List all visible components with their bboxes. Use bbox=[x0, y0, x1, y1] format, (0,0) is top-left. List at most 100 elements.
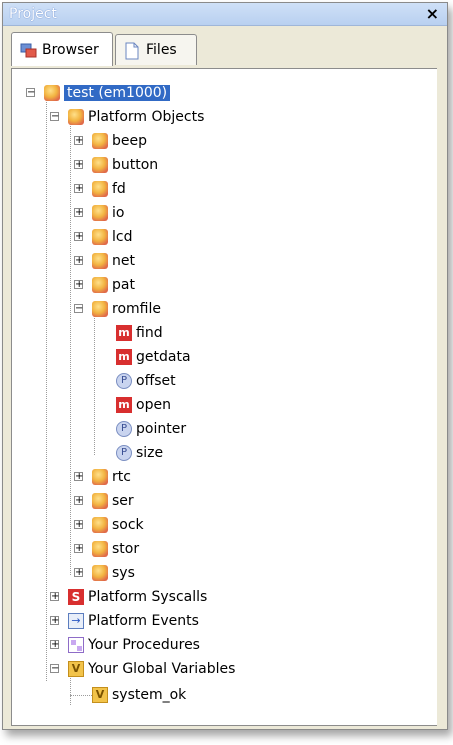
expand-icon[interactable]: + bbox=[74, 136, 83, 146]
tab-browser[interactable]: Browser bbox=[11, 32, 113, 66]
tree-node-label: getdata bbox=[136, 349, 191, 365]
tree-node-sock[interactable]: + sock bbox=[74, 515, 144, 535]
tree-node-label: Platform Objects bbox=[88, 109, 205, 125]
tree-node-label: stor bbox=[112, 541, 140, 557]
tree-node-label: ser bbox=[112, 493, 134, 509]
method-icon: m bbox=[116, 397, 132, 413]
tab-browser-label: Browser bbox=[42, 41, 99, 58]
tree-node-label: lcd bbox=[112, 229, 133, 245]
object-icon bbox=[92, 493, 108, 509]
tree-node-net[interactable]: + net bbox=[74, 251, 135, 271]
object-icon bbox=[92, 517, 108, 533]
object-icon bbox=[92, 157, 108, 173]
tree-node-platform-events[interactable]: + → Platform Events bbox=[50, 611, 199, 631]
tab-files[interactable]: Files bbox=[115, 34, 197, 65]
collapse-icon[interactable]: − bbox=[26, 88, 35, 98]
tree-node-label: size bbox=[136, 445, 164, 461]
tree-line bbox=[70, 675, 71, 705]
tree-node-rtc[interactable]: + rtc bbox=[74, 467, 131, 487]
browser-icon bbox=[20, 42, 37, 58]
tab-files-label: Files bbox=[146, 42, 177, 58]
collapse-icon[interactable]: − bbox=[50, 112, 59, 122]
tree-node-label: rtc bbox=[112, 469, 131, 485]
expand-icon[interactable]: + bbox=[74, 184, 83, 194]
method-icon: m bbox=[116, 325, 132, 341]
expand-icon[interactable]: + bbox=[50, 592, 59, 602]
tree-node-beep[interactable]: + beep bbox=[74, 131, 147, 151]
tree-node-label: Platform Syscalls bbox=[88, 589, 208, 605]
object-icon bbox=[92, 301, 108, 317]
object-icon bbox=[44, 85, 60, 101]
expand-icon[interactable]: + bbox=[74, 544, 83, 554]
tree-node-label: Your Global Variables bbox=[88, 661, 236, 677]
tree-node-label: pointer bbox=[136, 421, 187, 437]
tree-node-sys[interactable]: + sys bbox=[74, 563, 135, 583]
tree-node-system-ok[interactable]: V system_ok bbox=[92, 685, 186, 705]
tree-node-pointer[interactable]: P pointer bbox=[116, 419, 186, 439]
tree-node-button[interactable]: + button bbox=[74, 155, 158, 175]
variable-icon: V bbox=[68, 661, 84, 677]
tree-node-find[interactable]: m find bbox=[116, 323, 163, 343]
tree-line bbox=[70, 695, 92, 696]
panel-right-border bbox=[437, 68, 447, 728]
tree-node-fd[interactable]: + fd bbox=[74, 179, 126, 199]
tree-node-label: test (em1000) bbox=[64, 85, 171, 101]
property-icon: P bbox=[116, 373, 132, 389]
tree-node-label: Platform Events bbox=[88, 613, 199, 629]
tree-node-io[interactable]: + io bbox=[74, 203, 124, 223]
tree-node-size[interactable]: P size bbox=[116, 443, 163, 463]
tree-node-lcd[interactable]: + lcd bbox=[74, 227, 132, 247]
tree-node-label: fd bbox=[112, 181, 126, 197]
tree-node-platform-syscalls[interactable]: + S Platform Syscalls bbox=[50, 587, 207, 607]
tree-node-label: open bbox=[136, 397, 171, 413]
tree-node-getdata[interactable]: m getdata bbox=[116, 347, 191, 367]
tree-node-label: net bbox=[112, 253, 135, 269]
collapse-icon[interactable]: − bbox=[50, 664, 59, 674]
tree-node-ser[interactable]: + ser bbox=[74, 491, 134, 511]
expand-icon[interactable]: + bbox=[74, 232, 83, 242]
property-icon: P bbox=[116, 421, 132, 437]
tree-node-label: offset bbox=[136, 373, 176, 389]
expand-icon[interactable]: + bbox=[74, 208, 83, 218]
tree-node-romfile[interactable]: − romfile bbox=[74, 299, 161, 319]
expand-icon[interactable]: + bbox=[74, 496, 83, 506]
tree-node-open[interactable]: m open bbox=[116, 395, 171, 415]
expand-icon[interactable]: + bbox=[50, 640, 59, 650]
project-panel: Project × Browser Files − test (em1000) … bbox=[2, 2, 448, 730]
file-icon bbox=[124, 42, 140, 60]
collapse-icon[interactable]: − bbox=[74, 304, 83, 314]
tree-line bbox=[46, 99, 47, 681]
close-icon[interactable]: × bbox=[426, 4, 439, 23]
object-icon bbox=[68, 109, 84, 125]
tree-node-your-procedures[interactable]: + Your Procedures bbox=[50, 635, 200, 655]
tree-node-platform-objects[interactable]: − Platform Objects bbox=[50, 107, 204, 127]
expand-icon[interactable]: + bbox=[74, 520, 83, 530]
expand-icon[interactable]: + bbox=[74, 160, 83, 170]
panel-title: Project bbox=[9, 6, 57, 22]
object-icon bbox=[92, 565, 108, 581]
object-icon bbox=[92, 229, 108, 245]
tree-node-label: system_ok bbox=[112, 687, 187, 703]
procedure-icon bbox=[68, 637, 84, 653]
tree-node-label: find bbox=[136, 325, 163, 341]
expand-icon[interactable]: + bbox=[50, 616, 59, 626]
tree-node-pat[interactable]: + pat bbox=[74, 275, 135, 295]
property-icon: P bbox=[116, 445, 132, 461]
tree-node-your-global-variables[interactable]: − V Your Global Variables bbox=[50, 659, 235, 679]
syscall-icon: S bbox=[68, 589, 84, 605]
tab-strip: Browser Files bbox=[3, 26, 447, 68]
expand-icon[interactable]: + bbox=[74, 568, 83, 578]
project-tree[interactable]: − test (em1000) − Platform Objects + bee… bbox=[11, 68, 439, 726]
expand-icon[interactable]: + bbox=[74, 280, 83, 290]
object-icon bbox=[92, 205, 108, 221]
tree-node-label: beep bbox=[112, 133, 147, 149]
object-icon bbox=[92, 253, 108, 269]
tree-node-label: Your Procedures bbox=[88, 637, 200, 653]
tree-node-root[interactable]: − test (em1000) bbox=[26, 83, 171, 103]
event-icon: → bbox=[68, 613, 84, 629]
tree-node-stor[interactable]: + stor bbox=[74, 539, 139, 559]
expand-icon[interactable]: + bbox=[74, 472, 83, 482]
expand-icon[interactable]: + bbox=[74, 256, 83, 266]
tree-node-label: button bbox=[112, 157, 159, 173]
tree-node-offset[interactable]: P offset bbox=[116, 371, 176, 391]
